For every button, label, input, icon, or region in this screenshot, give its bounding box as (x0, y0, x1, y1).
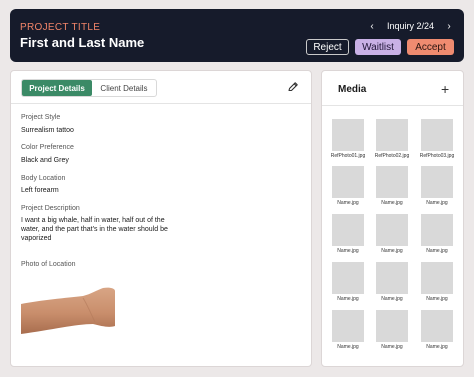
thumbnail-filename: Name.jpg (426, 248, 448, 254)
media-thumbnail[interactable]: Name.jpg (416, 214, 458, 254)
project-style-value: Surrealism tattoo (21, 127, 74, 134)
plus-icon[interactable]: + (441, 81, 449, 97)
location-photo (21, 274, 115, 358)
thumbnail-image (332, 166, 364, 198)
thumbnail-image (421, 166, 453, 198)
media-thumbnail[interactable]: Name.jpg (327, 310, 369, 350)
media-thumbnail[interactable]: Name.jpg (371, 166, 413, 206)
body-location-value: Left forearm (21, 187, 59, 194)
thumbnail-image (332, 310, 364, 342)
thumbnail-image (376, 310, 408, 342)
photo-of-location-label: Photo of Location (21, 261, 76, 268)
accept-button[interactable]: Accept (407, 39, 454, 55)
media-thumbnail[interactable]: Name.jpg (371, 214, 413, 254)
media-thumbnail[interactable]: Name.jpg (327, 214, 369, 254)
project-title-label: PROJECT TITLE (20, 22, 101, 33)
thumbnail-filename: Name.jpg (426, 200, 448, 206)
forearm-image (21, 274, 115, 358)
thumbnail-filename: Name.jpg (337, 200, 359, 206)
waitlist-button[interactable]: Waitlist (355, 39, 401, 55)
thumbnail-filename: RefPhoto01.jpg (330, 153, 366, 159)
thumbnail-filename: Name.jpg (381, 248, 403, 254)
thumbnail-image (421, 310, 453, 342)
project-description-value: I want a big whale, half in water, half … (21, 217, 168, 242)
media-thumbnail[interactable]: Name.jpg (327, 262, 369, 302)
project-style-label: Project Style (21, 114, 61, 121)
body-location-label: Body Location (21, 175, 66, 182)
media-thumbnail[interactable]: Name.jpg (371, 262, 413, 302)
thumbnail-image (376, 119, 408, 151)
project-description-label: Project Description (21, 205, 80, 212)
details-panel: Project Details Client Details Project S… (10, 70, 312, 367)
thumbnail-image (376, 214, 408, 246)
thumbnail-filename: RefPhoto02.jpg (374, 153, 410, 159)
chevron-left-icon[interactable]: ‹ (365, 21, 379, 32)
details-tabs: Project Details Client Details (21, 79, 157, 97)
pencil-icon[interactable] (287, 81, 299, 93)
inquiry-navigation: ‹ Inquiry 2/24 › (365, 19, 456, 33)
media-thumbnail[interactable]: RefPhoto02.jpg (371, 119, 413, 159)
details-divider (11, 103, 311, 104)
color-preference-value: Black and Grey (21, 157, 69, 164)
thumbnail-image (332, 214, 364, 246)
media-thumbnail[interactable]: RefPhoto01.jpg (327, 119, 369, 159)
thumbnail-filename: Name.jpg (381, 344, 403, 350)
thumbnail-filename: Name.jpg (381, 200, 403, 206)
thumbnail-image (376, 166, 408, 198)
media-panel: Media + RefPhoto01.jpg RefPhoto02.jpg RefP… (321, 70, 464, 367)
client-name: First and Last Name (20, 35, 145, 50)
thumbnail-image (421, 214, 453, 246)
thumbnail-image (332, 262, 364, 294)
thumbnail-image (421, 119, 453, 151)
thumbnail-filename: Name.jpg (426, 344, 448, 350)
media-thumbnail[interactable]: Name.jpg (371, 310, 413, 350)
media-divider (322, 105, 463, 106)
thumbnail-filename: Name.jpg (381, 296, 403, 302)
media-thumbnail[interactable]: Name.jpg (416, 166, 458, 206)
media-thumbnail[interactable]: Name.jpg (327, 166, 369, 206)
media-thumbnail[interactable]: Name.jpg (416, 262, 458, 302)
tab-client-details[interactable]: Client Details (92, 80, 156, 96)
thumbnail-filename: Name.jpg (426, 296, 448, 302)
thumbnail-filename: Name.jpg (337, 296, 359, 302)
reject-button[interactable]: Reject (306, 39, 349, 55)
media-thumbnail[interactable]: RefPhoto03.jpg (416, 119, 458, 159)
thumbnail-image (332, 119, 364, 151)
inquiry-counter: Inquiry 2/24 (387, 21, 435, 31)
color-preference-label: Color Preference (21, 144, 74, 151)
media-thumbnail[interactable]: Name.jpg (416, 310, 458, 350)
tab-project-details[interactable]: Project Details (22, 80, 92, 96)
chevron-right-icon[interactable]: › (442, 21, 456, 32)
thumbnail-image (376, 262, 408, 294)
thumbnail-image (421, 262, 453, 294)
thumbnail-filename: Name.jpg (337, 344, 359, 350)
thumbnail-filename: RefPhoto03.jpg (419, 153, 455, 159)
media-title: Media (338, 84, 367, 95)
thumbnail-filename: Name.jpg (337, 248, 359, 254)
inquiry-header: PROJECT TITLE First and Last Name ‹ Inqu… (10, 9, 464, 62)
